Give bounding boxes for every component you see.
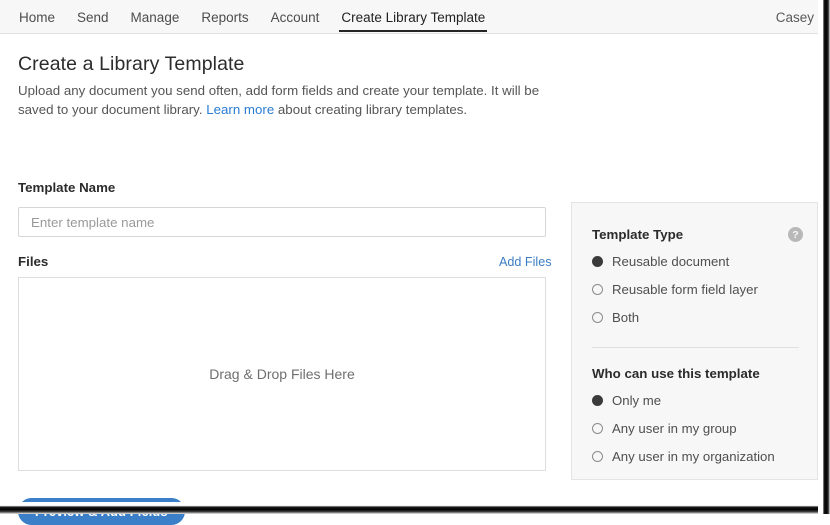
radio-both[interactable]: Both — [592, 310, 639, 325]
nav-item-label: Reports — [201, 9, 249, 25]
radio-label: Any user in my organization — [612, 449, 775, 464]
template-name-label: Template Name — [18, 180, 116, 195]
window-right-edge — [818, 0, 830, 514]
radio-label: Only me — [612, 393, 662, 408]
learn-more-link[interactable]: Learn more — [206, 102, 274, 117]
dropzone-label: Drag & Drop Files Here — [209, 366, 355, 382]
panel-divider — [592, 347, 799, 348]
page-content: Create a Library Template Upload any doc… — [0, 34, 818, 525]
template-type-title: Template Type — [592, 227, 684, 242]
top-navigation-bar: Home Send Manage Reports Account Create … — [0, 0, 818, 34]
radio-label: Both — [612, 310, 640, 325]
nav-item-manage[interactable]: Manage — [120, 0, 191, 34]
radio-indicator-icon — [592, 451, 603, 462]
radio-label: Reusable document — [612, 254, 730, 269]
who-can-use-title: Who can use this template — [592, 366, 760, 381]
user-menu[interactable]: Casey — [776, 0, 814, 34]
template-options-panel: Template Type ? Reusable document Reusab… — [571, 202, 818, 480]
nav-item-label: Create Library Template — [341, 9, 486, 25]
radio-indicator-icon — [592, 312, 603, 323]
radio-label: Any user in my group — [612, 421, 737, 436]
radio-label: Reusable form field layer — [612, 282, 758, 297]
files-label: Files — [18, 254, 49, 269]
nav-items: Home Send Manage Reports Account Create … — [8, 0, 496, 34]
template-name-input[interactable] — [18, 207, 546, 237]
help-icon[interactable]: ? — [788, 227, 803, 242]
user-name-label: Casey — [775, 9, 814, 25]
nav-item-label: Manage — [130, 9, 180, 25]
nav-item-reports[interactable]: Reports — [190, 0, 259, 34]
app-window: Home Send Manage Reports Account Create … — [0, 0, 830, 525]
radio-indicator-icon — [592, 423, 603, 434]
radio-indicator-icon — [592, 256, 603, 267]
nav-item-home[interactable]: Home — [8, 0, 66, 34]
radio-reusable-document[interactable]: Reusable document — [592, 254, 729, 269]
radio-indicator-icon — [592, 284, 603, 295]
radio-reusable-form-field-layer[interactable]: Reusable form field layer — [592, 282, 758, 297]
radio-any-user-in-my-group[interactable]: Any user in my group — [592, 421, 737, 436]
nav-item-create-library-template[interactable]: Create Library Template — [330, 0, 496, 34]
radio-indicator-icon — [592, 395, 603, 406]
add-files-link[interactable]: Add Files — [499, 255, 552, 269]
nav-item-account[interactable]: Account — [260, 0, 331, 34]
page-title: Create a Library Template — [18, 53, 245, 75]
nav-item-label: Account — [270, 9, 320, 25]
window-bottom-edge — [0, 502, 830, 514]
nav-item-label: Home — [19, 9, 56, 25]
nav-item-label: Send — [77, 9, 109, 25]
file-dropzone[interactable]: Drag & Drop Files Here — [18, 277, 546, 471]
nav-item-send[interactable]: Send — [66, 0, 120, 34]
radio-only-me[interactable]: Only me — [592, 393, 661, 408]
radio-any-user-in-my-organization[interactable]: Any user in my organization — [592, 449, 775, 464]
page-description: Upload any document you send often, add … — [18, 81, 551, 119]
page-description-text-after: about creating library templates. — [274, 102, 468, 117]
